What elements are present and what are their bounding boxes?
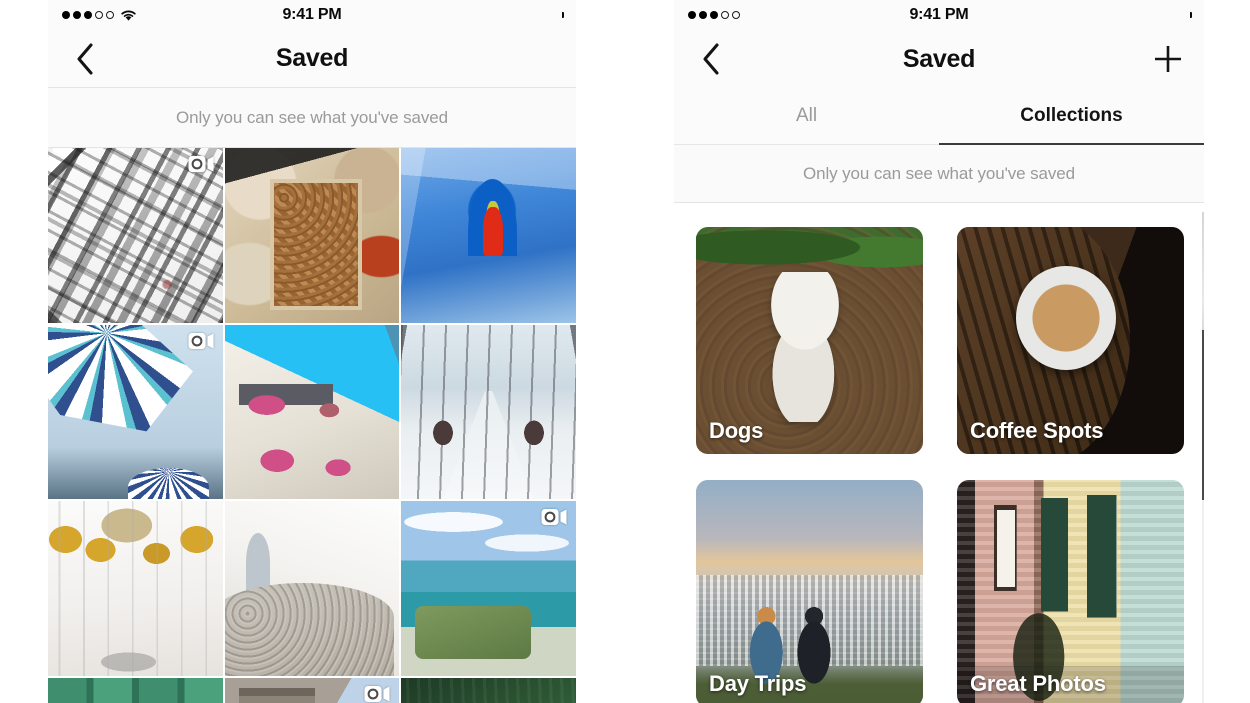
saved-photo-cell[interactable]: [224, 678, 400, 703]
collection-card[interactable]: Dogs: [696, 227, 923, 454]
saved-photo-cell[interactable]: [224, 148, 400, 323]
status-bar: 9:41 PM: [674, 0, 1204, 30]
plus-icon: [1155, 46, 1181, 72]
saved-photo-cell[interactable]: [401, 324, 576, 500]
saved-photo-thumbnail: [224, 501, 400, 677]
vertical-scrollbar[interactable]: [1202, 212, 1204, 703]
phone-screen-saved-all: 9:41 PM Saved Only you can see what you'…: [48, 0, 576, 703]
privacy-banner-text: Only you can see what you've saved: [175, 107, 448, 127]
saved-photo-cell[interactable]: [224, 501, 400, 677]
tab-label: Collections: [1020, 105, 1123, 126]
battery-full-icon: [1160, 8, 1192, 22]
phone-screen-saved-collections: 9:41 PM Saved All Collections Only you c…: [674, 0, 1204, 703]
nav-bar: Saved: [48, 30, 576, 88]
tab-collections[interactable]: Collections: [939, 88, 1204, 145]
tab-all[interactable]: All: [674, 88, 939, 144]
collection-title: Coffee Spots: [970, 418, 1104, 443]
collection-title: Dogs: [709, 418, 764, 443]
carousel-video-icon: [364, 686, 390, 703]
tab-label: All: [795, 105, 818, 126]
saved-photo-cell[interactable]: [48, 148, 223, 323]
saved-photo-cell[interactable]: [48, 324, 223, 500]
saved-photo-thumbnail: [48, 148, 223, 323]
saved-photo-thumbnail: [48, 324, 223, 500]
saved-tabs: All Collections: [674, 88, 1204, 145]
privacy-banner-text: Only you can see what you've saved: [802, 163, 1075, 183]
status-bar-right: [1160, 8, 1192, 22]
collection-card[interactable]: Coffee Spots: [957, 227, 1184, 454]
saved-photo-thumbnail: [224, 324, 400, 500]
saved-photo-cell[interactable]: [401, 678, 576, 703]
collection-title: Great Photos: [970, 671, 1106, 696]
status-bar-time: 9:41 PM: [282, 6, 342, 23]
status-bar-right: [532, 8, 564, 22]
carousel-video-icon: [541, 508, 567, 526]
saved-photo-thumbnail: [401, 678, 576, 703]
status-bar: 9:41 PM: [48, 0, 576, 30]
saved-photo-cell[interactable]: [48, 501, 223, 677]
carousel-video-icon: [188, 156, 214, 172]
page-title: Saved: [275, 44, 349, 72]
saved-photo-cell[interactable]: [401, 148, 576, 323]
collection-card[interactable]: Great Photos: [957, 480, 1184, 703]
carousel-video-icon: [364, 685, 390, 703]
collections-grid: Dogs Coffee Spots Day Trips Great Photos: [674, 203, 1204, 703]
carousel-video-icon: [541, 509, 567, 526]
saved-photo-thumbnail: [224, 148, 400, 323]
saved-photo-cell[interactable]: [401, 501, 576, 677]
page-title: Saved: [902, 44, 976, 73]
saved-photo-thumbnail: [401, 501, 576, 677]
collection-card[interactable]: Day Trips: [696, 480, 923, 703]
saved-photo-cell[interactable]: [48, 678, 223, 703]
scrollbar-thumb[interactable]: [1202, 330, 1204, 500]
carousel-video-icon: [188, 332, 214, 350]
privacy-banner: Only you can see what you've saved: [48, 88, 576, 148]
saved-photo-thumbnail: [48, 678, 223, 703]
carousel-video-icon: [188, 155, 214, 173]
screenshot-stage: 9:41 PM Saved Only you can see what you'…: [0, 0, 1250, 703]
carousel-video-icon: [188, 332, 214, 349]
saved-photo-thumbnail: [401, 324, 576, 500]
privacy-banner: Only you can see what you've saved: [674, 145, 1204, 203]
collection-title: Day Trips: [709, 671, 807, 696]
collection-cover-image: [957, 480, 1184, 703]
status-bar-time: 9:41 PM: [909, 6, 969, 23]
saved-photo-thumbnail: [48, 501, 223, 677]
saved-photo-grid: [48, 148, 576, 703]
collection-cover-image: [696, 480, 923, 703]
nav-bar: Saved: [674, 30, 1204, 88]
battery-full-icon: [532, 8, 564, 22]
saved-photo-thumbnail: [401, 148, 576, 323]
saved-photo-cell[interactable]: [224, 324, 400, 500]
create-collection-button[interactable]: [1146, 37, 1190, 81]
